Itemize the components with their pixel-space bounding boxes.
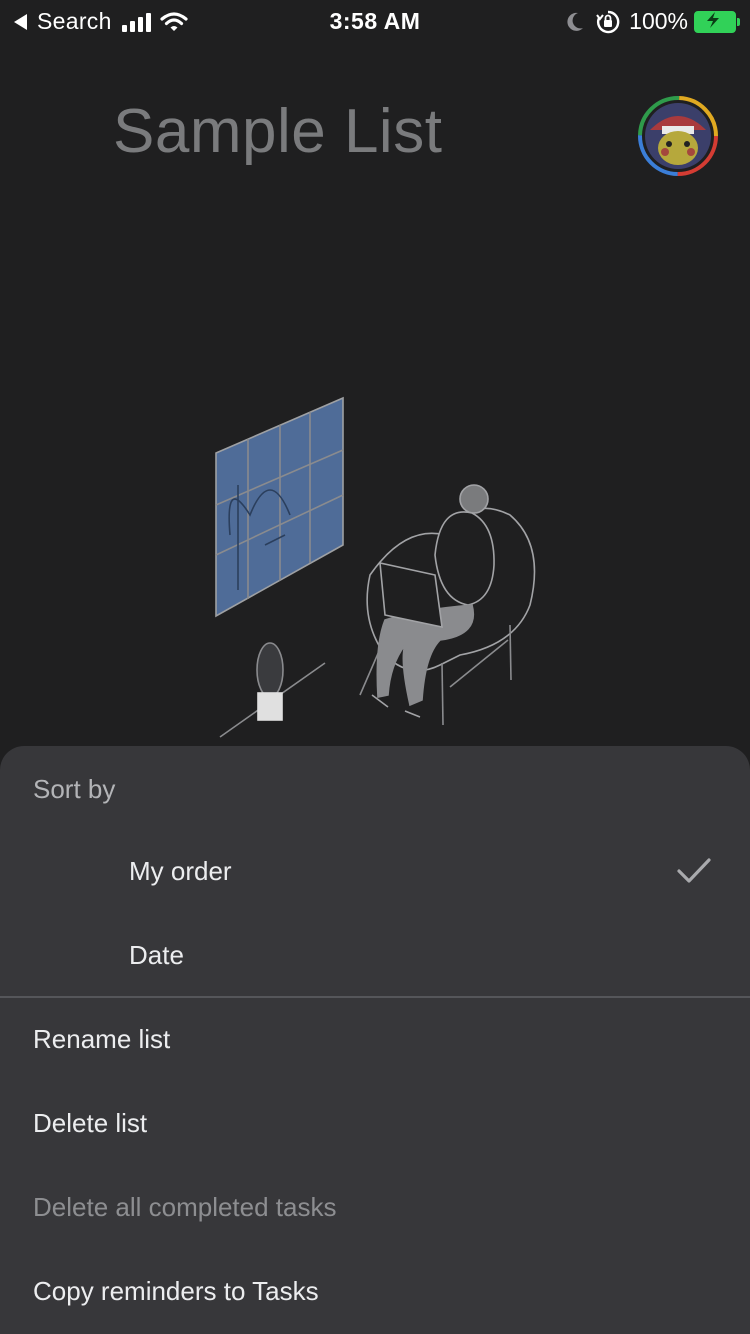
sort-option-my-order[interactable]: My order bbox=[0, 830, 750, 914]
page-title: Sample List bbox=[113, 97, 443, 166]
sort-option-date[interactable]: Date bbox=[0, 914, 750, 998]
battery-percent: 100% bbox=[629, 8, 688, 34]
rename-list-item[interactable]: Rename list bbox=[0, 998, 750, 1082]
screen: Search 3:58 AM 100% Sample List Sort by … bbox=[0, 0, 750, 1334]
empty-state-illustration bbox=[215, 396, 536, 738]
menu-item-label: Copy reminders to Tasks bbox=[33, 1276, 319, 1306]
delete-list-item[interactable]: Delete list bbox=[0, 1082, 750, 1166]
status-bar: Search 3:58 AM 100% bbox=[0, 0, 750, 44]
status-right: 100% bbox=[565, 8, 740, 35]
sort-by-heading: Sort by bbox=[33, 774, 116, 804]
menu-item-label: Rename list bbox=[33, 1024, 171, 1054]
list-options-sheet: Sort by My order Date Rename list Delete… bbox=[0, 746, 750, 1334]
account-avatar[interactable] bbox=[638, 96, 718, 176]
orientation-lock-icon bbox=[596, 10, 620, 33]
moon-icon bbox=[567, 12, 584, 31]
battery-charging-icon bbox=[694, 10, 740, 33]
sort-option-label: Date bbox=[129, 940, 184, 970]
menu-item-label: Delete list bbox=[33, 1108, 148, 1138]
checkmark-icon bbox=[677, 858, 711, 883]
sort-option-label: My order bbox=[129, 856, 232, 886]
copy-reminders-item[interactable]: Copy reminders to Tasks bbox=[0, 1250, 750, 1334]
menu-item-label: Delete all completed tasks bbox=[33, 1192, 337, 1222]
delete-completed-tasks-item: Delete all completed tasks bbox=[0, 1166, 750, 1250]
